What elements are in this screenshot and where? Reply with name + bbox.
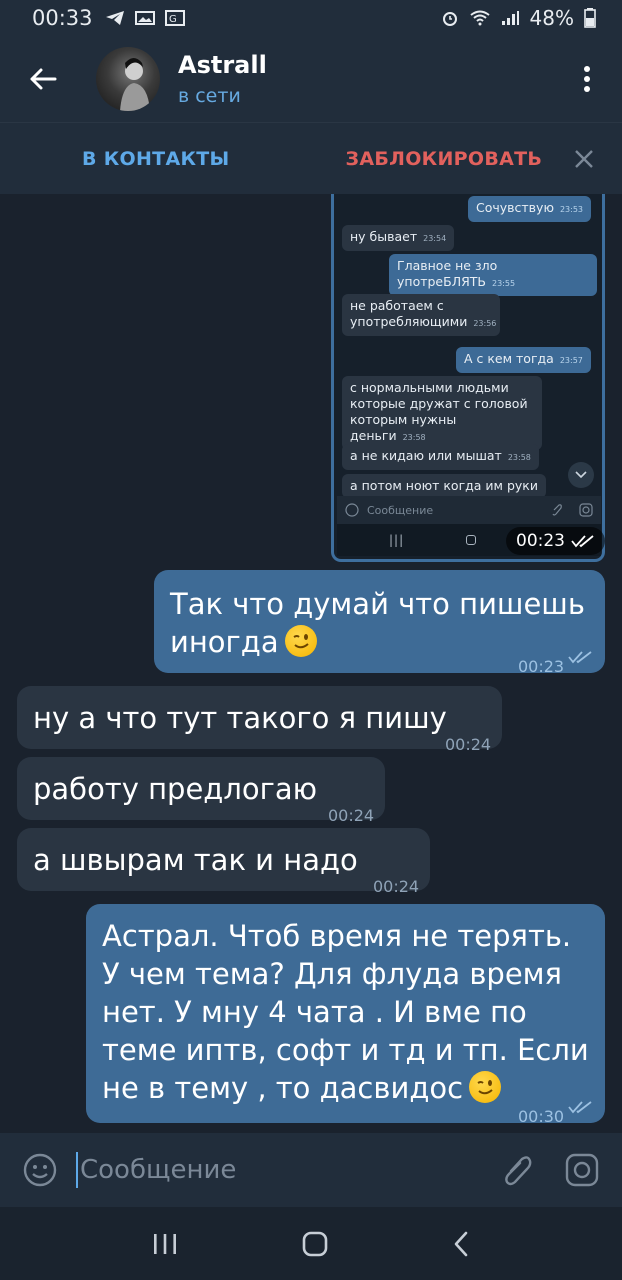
- battery-icon: [584, 8, 596, 28]
- translate-notification-icon: G: [164, 10, 185, 26]
- mini-message: ну бывает 23:54: [342, 225, 455, 251]
- back-button[interactable]: [0, 36, 86, 122]
- text-caret: [76, 1152, 78, 1188]
- mini-message: а не кидаю или мышат 23:58: [342, 444, 539, 470]
- avatar-picture: [120, 58, 150, 111]
- home-icon[interactable]: [302, 1231, 328, 1257]
- svg-text:G: G: [169, 14, 177, 25]
- smile-icon: [23, 1153, 57, 1187]
- screenshot-image-message[interactable]: Сочувствую 23:53 ну бывает 23:54 Главное н…: [331, 194, 605, 562]
- telegram-notification-icon: [105, 11, 124, 25]
- camera-icon: [579, 503, 593, 517]
- more-vertical-icon: [584, 66, 590, 92]
- message-text: а швырам так и надо: [33, 843, 358, 877]
- message-input-bar: Сообщение: [0, 1133, 622, 1207]
- message-bubble-incoming[interactable]: а швырам так и надо 00:24: [17, 828, 430, 896]
- camera-icon: [565, 1153, 599, 1187]
- avatar[interactable]: [96, 47, 160, 111]
- mini-recents-icon: |||: [389, 533, 405, 547]
- mini-message: не работаем с употребляющими 23:56: [342, 294, 500, 336]
- winking-face-emoji: [284, 625, 317, 657]
- contact-status: в сети: [178, 85, 241, 107]
- input-placeholder: Сообщение: [80, 1155, 237, 1185]
- add-to-contacts-button[interactable]: В КОНТАКТЫ: [82, 148, 230, 170]
- message-time: 00:24: [373, 877, 420, 896]
- scroll-down-icon: [568, 462, 594, 488]
- winking-face-emoji: [469, 1071, 502, 1103]
- contact-name[interactable]: Astrall: [178, 51, 267, 79]
- mini-input-bar: Сообщение: [337, 496, 601, 524]
- mini-message: А с кем тогда 23:57: [456, 347, 591, 373]
- message-text: ну а что тут такого я пишу: [33, 701, 447, 735]
- status-bar: 00:33 G 48%: [0, 0, 622, 36]
- contact-action-bar: В КОНТАКТЫ ЗАБЛОКИРОВАТЬ: [0, 122, 622, 194]
- back-nav-icon[interactable]: [452, 1231, 470, 1257]
- paperclip-icon: [505, 1156, 532, 1186]
- system-nav-bar: [0, 1207, 622, 1280]
- mini-message: а потом ноют когда им руки: [342, 474, 546, 498]
- battery-percent: 48%: [529, 6, 574, 30]
- mini-message: с нормальными людьми которые дружат с го…: [342, 376, 542, 450]
- message-text: работу предлогаю: [33, 772, 318, 806]
- message-text: Астрал. Чтоб время не терять. У чем тема…: [102, 919, 589, 1105]
- image-timestamp: 00:23: [506, 527, 605, 555]
- double-check-icon: [568, 1101, 592, 1114]
- double-check-icon: [571, 535, 594, 548]
- block-user-button[interactable]: ЗАБЛОКИРОВАТЬ: [346, 148, 543, 170]
- wifi-icon: [469, 10, 490, 26]
- mini-home-icon: [466, 535, 477, 545]
- camera-button[interactable]: [564, 1152, 600, 1188]
- message-input[interactable]: Сообщение: [76, 1152, 236, 1188]
- emoji-icon: [345, 503, 359, 517]
- alarm-icon: [442, 12, 457, 26]
- status-time: 00:33: [32, 6, 93, 30]
- message-time: 00:23: [518, 657, 565, 676]
- message-bubble-outgoing[interactable]: Так что думай что пишешь иногда 00:23: [154, 570, 605, 676]
- emoji-button[interactable]: [22, 1152, 58, 1188]
- more-menu-button[interactable]: [552, 36, 622, 122]
- message-bubble-outgoing[interactable]: Астрал. Чтоб время не терять. У чем тема…: [86, 904, 605, 1126]
- message-bubble-incoming[interactable]: ну а что тут такого я пишу 00:24: [17, 686, 502, 754]
- close-action-bar-button[interactable]: [570, 145, 598, 173]
- attach-button[interactable]: [498, 1150, 538, 1190]
- arrow-left-icon: [30, 68, 57, 90]
- signal-icon: [501, 11, 519, 25]
- close-icon: [575, 149, 593, 168]
- double-check-icon: [568, 651, 592, 664]
- gallery-notification-icon: [134, 11, 155, 25]
- mini-message: Сочувствую 23:53: [468, 196, 592, 222]
- message-time: 00:30: [518, 1107, 565, 1126]
- message-time: 00:24: [445, 735, 492, 754]
- recents-icon[interactable]: [152, 1233, 178, 1255]
- mini-input-placeholder: Сообщение: [367, 503, 434, 517]
- attach-icon: [552, 504, 562, 516]
- message-bubble-incoming[interactable]: работу предлогаю 00:24: [17, 757, 385, 825]
- chat-header: Astrall в сети: [0, 36, 622, 122]
- mini-message: Главное не зло употреБЛЯТЬ 23:55: [389, 254, 597, 296]
